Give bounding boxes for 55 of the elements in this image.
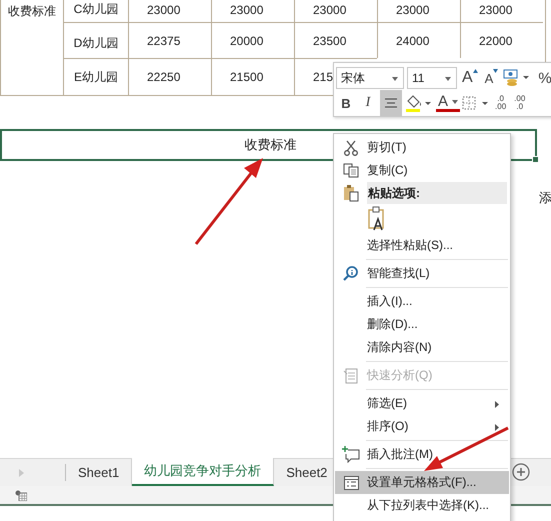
clipboard-icon (343, 184, 359, 202)
quick-analysis-icon (343, 368, 359, 384)
scissors-icon (344, 140, 358, 156)
italic-button[interactable]: I (358, 92, 378, 114)
fill-color-icon[interactable] (404, 93, 434, 113)
menu-item[interactable]: 清除内容(N) (335, 336, 509, 359)
menu-item[interactable]: 智能查找(L) (335, 262, 509, 285)
menu-item[interactable]: 选择性粘贴(S)... (335, 234, 509, 257)
percent-button[interactable]: % (536, 67, 551, 89)
font-size-dropdown[interactable]: 11 (407, 67, 457, 89)
borders-icon[interactable] (462, 95, 490, 111)
menu-item[interactable]: 筛选(E) (335, 392, 509, 415)
table-cell: 23000 (211, 0, 294, 22)
table-cell: C幼儿园 (63, 0, 128, 22)
table-cell: 23000 (128, 0, 211, 22)
table-cell: 21500 (211, 58, 294, 95)
shrink-font-button[interactable]: A (482, 67, 500, 89)
menu-item[interactable]: 复制(C) (335, 159, 509, 182)
copy-icon (343, 163, 359, 178)
menu-item[interactable]: 设置单元格格式(F)... (335, 471, 509, 494)
sheet-tab[interactable]: 幼儿园竞争对手分析 (132, 458, 274, 486)
submenu-arrow-icon (495, 424, 499, 431)
table-cell: 23000 (377, 0, 460, 22)
table-cell: 23500 (294, 22, 377, 58)
menu-item[interactable]: 删除(D)... (335, 313, 509, 336)
caret-up-icon (472, 69, 478, 73)
table-cell: D幼儿园 (63, 22, 128, 58)
caret-down-icon (493, 69, 498, 73)
menu-item[interactable]: 插入(I)... (335, 290, 509, 313)
font-color-button[interactable]: A (436, 94, 460, 112)
table-cell: 23000 (460, 0, 543, 22)
table-cell: 24000 (377, 22, 460, 58)
bold-button[interactable]: B (336, 92, 356, 114)
submenu-arrow-icon (495, 401, 499, 408)
menu-item[interactable]: 排序(O) (335, 415, 509, 438)
comment-icon (342, 446, 360, 463)
table-cell: E幼儿园 (63, 58, 128, 95)
menu-item[interactable]: 从下拉列表中选择(K)... (335, 494, 509, 517)
table-cell: 23000 (294, 0, 377, 22)
decrease-decimal-button[interactable]: .00 .0 (511, 92, 528, 114)
menu-item[interactable]: 剪切(T) (335, 136, 509, 159)
increase-decimal-button[interactable]: .0 .00 (492, 92, 510, 114)
grow-font-button[interactable]: A (460, 67, 480, 89)
font-dropdown[interactable]: 宋体 (336, 67, 404, 89)
table-cell: 22000 (460, 22, 543, 58)
search-icon (343, 266, 359, 282)
center-align-icon[interactable] (380, 90, 402, 116)
table-cell: 22375 (128, 22, 211, 58)
format-cells-icon (344, 476, 358, 490)
paste-option-icon[interactable] (367, 206, 387, 232)
add-sheet-icon[interactable] (512, 463, 530, 481)
macro-record-icon[interactable] (15, 490, 27, 500)
table-cell: 22250 (128, 58, 211, 95)
table-cell: 收费标准 (0, 0, 63, 95)
table-cell: 20000 (211, 22, 294, 58)
